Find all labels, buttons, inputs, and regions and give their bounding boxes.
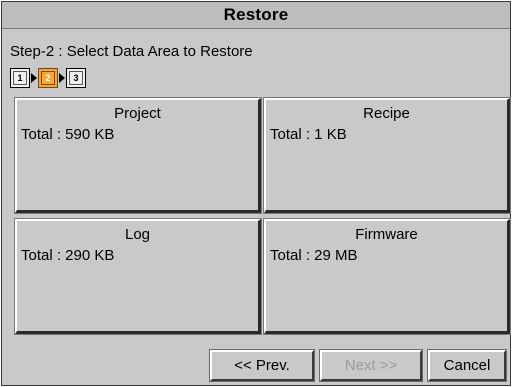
area-name: Recipe <box>363 105 410 122</box>
cancel-button[interactable]: Cancel <box>427 349 507 382</box>
recipe-area-button[interactable]: Recipe Total : 1 KB <box>263 97 511 214</box>
project-area-button[interactable]: Project Total : 590 KB <box>14 97 262 214</box>
log-area-button[interactable]: Log Total : 290 KB <box>14 218 262 335</box>
area-total: Total : 290 KB <box>21 247 115 264</box>
step-1-number: 1 <box>13 71 27 85</box>
step-3-indicator: 3 <box>66 68 86 88</box>
area-name: Project <box>114 105 161 122</box>
area-total: Total : 590 KB <box>21 126 115 143</box>
firmware-area-button[interactable]: Firmware Total : 29 MB <box>263 218 511 335</box>
area-total: Total : 1 KB <box>270 126 347 143</box>
step-arrow-icon <box>59 73 65 83</box>
step-3-number: 3 <box>69 71 83 85</box>
area-name: Firmware <box>355 226 418 243</box>
area-total: Total : 29 MB <box>270 247 358 264</box>
step-label: Step-2 : Select Data Area to Restore <box>10 43 253 60</box>
area-name: Log <box>124 226 151 243</box>
step-2-indicator: 2 <box>38 68 58 88</box>
step-arrow-icon <box>31 73 37 83</box>
restore-dialog: Restore Step-2 : Select Data Area to Res… <box>1 1 511 386</box>
step-1-indicator: 1 <box>10 68 30 88</box>
next-button[interactable]: Next >> <box>319 349 423 382</box>
dialog-title: Restore <box>2 2 510 29</box>
step-indicator: 1 2 3 <box>10 67 86 89</box>
step-2-number: 2 <box>41 71 55 85</box>
prev-button[interactable]: << Prev. <box>209 349 315 382</box>
